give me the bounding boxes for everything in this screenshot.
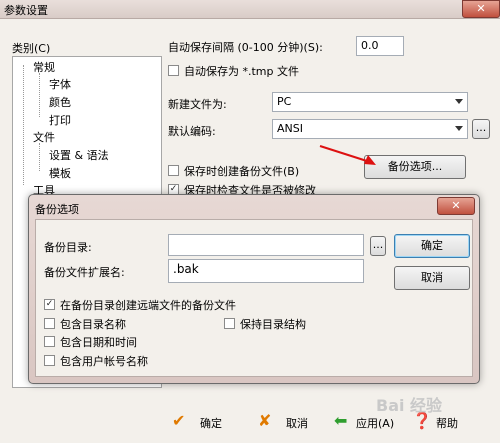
backup-on-save-checkbox[interactable] xyxy=(168,165,179,176)
include-dir-name-label: 包含目录名称 xyxy=(60,318,126,331)
cross-icon: ✘ xyxy=(258,411,272,430)
tree-item-print[interactable]: 打印 xyxy=(49,112,71,128)
arrow-left-icon: ⬅ xyxy=(334,411,348,430)
dialog-cancel-button[interactable]: 取消 xyxy=(394,266,470,290)
tree-connector xyxy=(39,143,40,171)
new-file-label: 新建文件为: xyxy=(168,98,227,111)
default-encoding-label: 默认编码: xyxy=(168,125,216,138)
include-username-checkbox[interactable] xyxy=(44,355,55,366)
cancel-button[interactable]: 取消 xyxy=(286,415,308,431)
tree-connector xyxy=(39,73,40,117)
remote-backup-label: 在备份目录创建远端文件的备份文件 xyxy=(60,299,236,312)
new-file-select[interactable]: PC xyxy=(272,92,468,112)
watermark-logo: Bai 经验 xyxy=(376,396,443,415)
tree-item-general[interactable]: 常规 xyxy=(33,59,55,75)
chevron-down-icon xyxy=(455,126,463,131)
autosave-interval-input[interactable]: 0.0 xyxy=(356,36,404,56)
new-file-value: PC xyxy=(277,95,292,108)
chevron-down-icon xyxy=(455,99,463,104)
backup-on-save-label: 保存时创建备份文件(B) xyxy=(184,165,300,178)
window-close-button[interactable]: ✕ xyxy=(462,0,500,18)
tree-connector xyxy=(23,65,24,185)
autosave-tmp-checkbox[interactable] xyxy=(168,65,179,76)
ok-button[interactable]: 确定 xyxy=(200,415,222,431)
default-encoding-value: ANSI xyxy=(277,122,303,135)
tree-item-font[interactable]: 字体 xyxy=(49,76,71,92)
dialog-ok-button[interactable]: 确定 xyxy=(394,234,470,258)
include-dir-name-checkbox[interactable] xyxy=(44,318,55,329)
backup-dir-label: 备份目录: xyxy=(44,241,92,254)
include-username-label: 包含用户帐号名称 xyxy=(60,355,148,368)
window-titlebar xyxy=(0,0,500,19)
tree-item-file[interactable]: 文件 xyxy=(33,129,55,145)
ext-label: 备份文件扩展名: xyxy=(44,266,125,279)
dialog-close-button[interactable]: ✕ xyxy=(437,197,475,215)
category-label: 类别(C) xyxy=(12,42,51,55)
tree-item-template[interactable]: 模板 xyxy=(49,165,71,181)
check-icon: ✔ xyxy=(172,411,186,430)
tree-item-color[interactable]: 颜色 xyxy=(49,94,71,110)
window-title: 参数设置 xyxy=(4,4,48,17)
include-datetime-checkbox[interactable] xyxy=(44,336,55,347)
include-datetime-label: 包含日期和时间 xyxy=(60,336,137,349)
remote-backup-checkbox[interactable]: ✓ xyxy=(44,299,55,310)
autosave-interval-label: 自动保存间隔 (0-100 分钟)(S): xyxy=(168,41,323,54)
backup-options-button[interactable]: 备份选项... xyxy=(364,155,466,179)
encoding-browse-button[interactable]: ... xyxy=(472,119,490,139)
keep-dir-structure-checkbox[interactable] xyxy=(224,318,235,329)
autosave-tmp-label: 自动保存为 *.tmp 文件 xyxy=(184,65,299,78)
tree-item-syntax[interactable]: 设置 & 语法 xyxy=(49,147,109,163)
backup-dir-browse-button[interactable]: ... xyxy=(370,236,386,256)
red-arrow-icon xyxy=(319,145,376,165)
backup-dir-input[interactable] xyxy=(168,234,364,256)
default-encoding-select[interactable]: ANSI xyxy=(272,119,468,139)
keep-dir-structure-label: 保持目录结构 xyxy=(240,318,306,331)
ext-input[interactable]: .bak xyxy=(168,259,364,283)
dialog-title: 备份选项 xyxy=(35,203,79,216)
